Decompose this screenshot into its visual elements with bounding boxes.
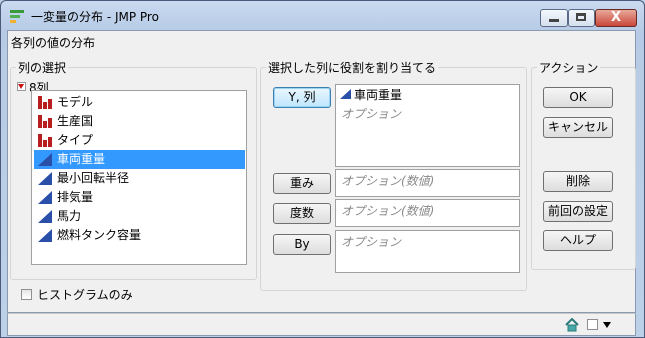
collapse-toggle[interactable] — [17, 82, 26, 91]
continuous-column-icon — [38, 210, 52, 223]
placeholder-text: オプション — [341, 107, 402, 121]
histogram-only-label[interactable]: ヒストグラムのみ — [37, 286, 133, 303]
remove-button[interactable]: 削除 — [543, 171, 613, 192]
window-title: 一変量の分布 - JMP Pro — [31, 10, 159, 24]
home-icon[interactable] — [565, 318, 579, 332]
continuous-column-icon — [340, 89, 351, 99]
list-item[interactable]: タイプ — [34, 131, 245, 150]
histogram-only-checkbox[interactable] — [21, 289, 32, 300]
list-item-selected[interactable]: 車両重量 — [34, 150, 245, 169]
placeholder-text: オプション(数値) — [341, 174, 435, 188]
page-heading: 各列の値の分布 — [11, 36, 96, 50]
column-selection-legend: 列の選択 — [18, 61, 67, 75]
close-icon: X — [610, 10, 622, 25]
frequency-dropzone[interactable]: オプション(数値) — [335, 199, 520, 227]
status-bar — [7, 313, 636, 336]
minimize-icon — [549, 19, 559, 22]
column-list[interactable]: モデル 生産国 タイプ 車両重量 最小回転半径 排気量 馬力 燃料タンク容量 — [31, 90, 247, 265]
continuous-column-icon — [38, 191, 52, 204]
jmp-app-icon — [10, 10, 24, 23]
continuous-column-icon — [38, 172, 52, 185]
assigned-column[interactable]: 車両重量 — [354, 86, 402, 103]
maximize-button[interactable] — [568, 9, 595, 27]
list-item[interactable]: モデル — [34, 93, 245, 112]
list-item[interactable]: 燃料タンク容量 — [34, 226, 245, 245]
placeholder-text: オプション — [341, 235, 402, 249]
continuous-column-icon — [38, 153, 52, 166]
disclosure-triangle-icon — [18, 84, 24, 89]
dropdown-arrow-icon[interactable] — [603, 322, 611, 328]
ok-button[interactable]: OK — [543, 87, 613, 108]
minimize-button[interactable] — [540, 9, 568, 27]
nominal-column-icon — [38, 96, 52, 109]
column-name: 燃料タンク容量 — [57, 228, 142, 242]
recall-button[interactable]: 前回の設定 — [543, 201, 613, 222]
column-name: モデル — [57, 95, 94, 109]
nominal-column-icon — [38, 115, 52, 128]
maximize-icon — [576, 13, 586, 21]
cancel-button[interactable]: キャンセル — [543, 117, 613, 138]
title-bar[interactable]: 一変量の分布 - JMP Pro X — [1, 1, 644, 31]
by-dropzone[interactable]: オプション — [335, 230, 520, 273]
y-columns-dropzone[interactable]: 車両重量 オプション — [335, 84, 520, 167]
continuous-column-icon — [38, 229, 52, 242]
role-assignment-legend: 選択した列に役割を割り当てる — [268, 61, 437, 75]
nominal-column-icon — [38, 134, 52, 147]
column-name: 馬力 — [57, 209, 82, 223]
column-name: 車両重量 — [57, 152, 106, 166]
list-item[interactable]: 馬力 — [34, 207, 245, 226]
help-button[interactable]: ヘルプ — [543, 230, 613, 251]
y-columns-button[interactable]: Y, 列 — [273, 87, 331, 108]
frequency-button[interactable]: 度数 — [273, 203, 331, 224]
list-item[interactable]: 生産国 — [34, 112, 245, 131]
dialog-content: 各列の値の分布 列の選択 8列 モデル 生産国 タイプ 車両重量 最小回転半径 — [7, 30, 636, 313]
placeholder-text: オプション(数値) — [341, 204, 435, 218]
column-name: タイプ — [57, 133, 94, 147]
list-item[interactable]: 最小回転半径 — [34, 169, 245, 188]
column-name: 最小回転半径 — [57, 171, 130, 185]
weight-dropzone[interactable]: オプション(数値) — [335, 169, 520, 197]
close-button[interactable]: X — [595, 9, 637, 27]
list-item[interactable]: 排気量 — [34, 188, 245, 207]
window-options-checkbox[interactable] — [587, 319, 598, 330]
weight-button[interactable]: 重み — [273, 173, 331, 194]
by-button[interactable]: By — [273, 234, 331, 255]
column-name: 排気量 — [57, 190, 94, 204]
column-name: 生産国 — [57, 114, 94, 128]
actions-legend: アクション — [539, 61, 599, 75]
